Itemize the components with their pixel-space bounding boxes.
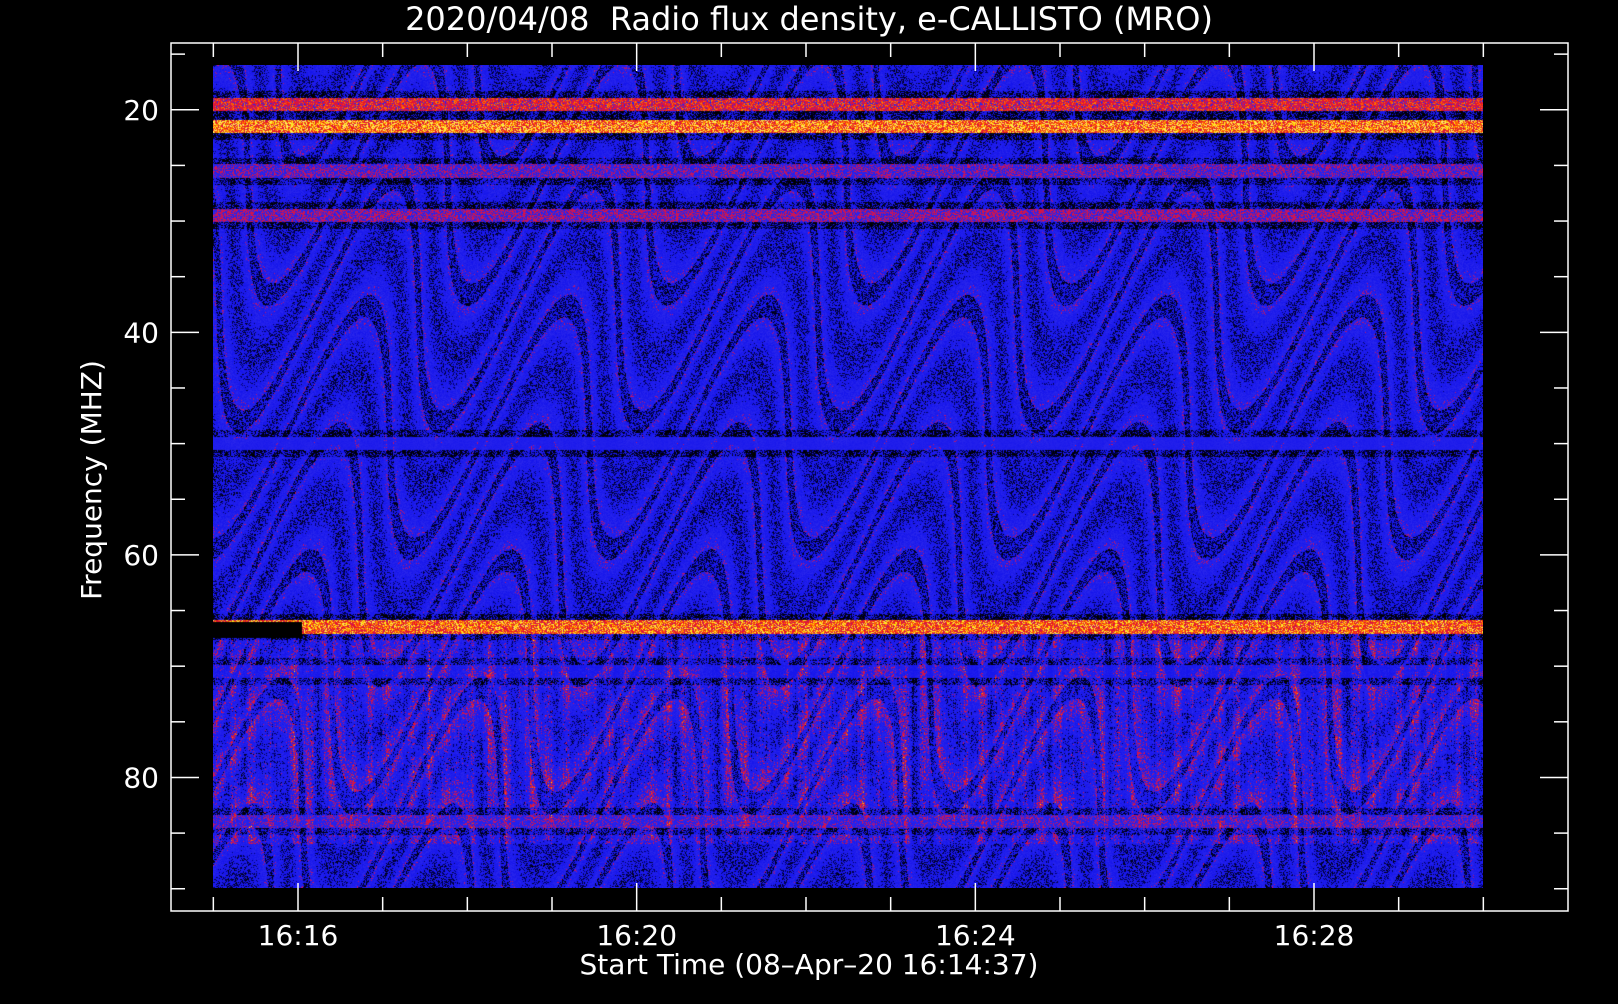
y-axis-label: Frequency (MHZ) <box>75 360 108 600</box>
spectrogram-figure: 20 40 60 80 16:16 16:20 16:24 16:28 2020/04/08 … <box>0 0 1618 1000</box>
spectrogram-chart: 2040608016:16 16:20 16:24 16:28 2020/04/08 … <box>0 0 1618 1000</box>
y-tick-label: 80 <box>123 761 159 794</box>
heatmap-holder <box>213 65 1483 888</box>
y-tick-label: 40 <box>123 316 159 349</box>
y-tick-label: 20 <box>123 94 159 127</box>
x-tick-label: 16:28 <box>1274 919 1355 952</box>
x-axis-label: Start Time (08–Apr–20 16:14:37) <box>580 948 1039 981</box>
chart-title: 2020/04/08 Radio flux density, e-CALLIST… <box>405 0 1213 38</box>
heatmap-image <box>213 65 1483 888</box>
x-tick-label: 16:16 <box>258 919 339 952</box>
y-tick-label: 60 <box>123 539 159 572</box>
